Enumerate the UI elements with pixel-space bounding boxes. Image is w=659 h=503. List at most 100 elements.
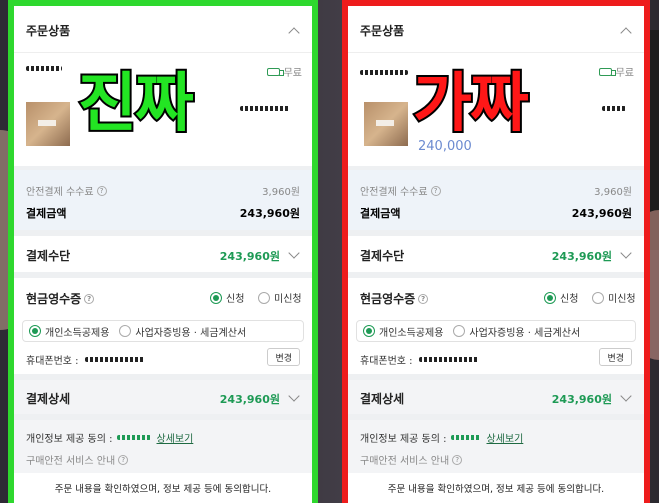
order-title: 주문상품 (26, 24, 71, 38)
not-apply-radio[interactable]: 미신청 (258, 290, 302, 305)
view-detail-link[interactable]: 상세보기 (157, 430, 194, 445)
safe-service-label: 구매안전 서비스 안내 (26, 456, 116, 467)
payment-method-row[interactable]: 결제수단 243,960원 (348, 236, 644, 272)
caption-real: 진짜 (76, 67, 196, 141)
cash-receipt-row: 현금영수증 ? (26, 290, 95, 307)
privacy-label: 개인정보 제공 동의 : (360, 434, 447, 445)
seller-name (360, 70, 408, 75)
payment-detail-amount: 243,960원 (219, 393, 280, 406)
phone-number-masked (418, 357, 479, 362)
privacy-row: 개인정보 제공 동의 : 상세보기 (360, 430, 523, 445)
question-icon[interactable]: ? (84, 293, 95, 304)
product-thumbnail[interactable] (26, 102, 70, 146)
cash-receipt-section: 현금영수증 ? 신청 미신청 개인소득공제용 사업자증빙용 · 세금계산서 휴대… (348, 278, 644, 374)
fee-value: 3,960원 (262, 187, 300, 198)
payment-method-row[interactable]: 결제수단 243,960원 (14, 236, 312, 272)
cash-receipt-row: 현금영수증 ? (360, 290, 429, 307)
payment-detail-amount: 243,960원 (551, 393, 612, 406)
not-apply-radio[interactable]: 미신청 (592, 290, 636, 305)
radio-icon[interactable] (453, 325, 466, 337)
chevron-down-icon[interactable] (620, 247, 632, 259)
product-name (602, 106, 626, 111)
fee-label: 안전결제 수수료 (26, 187, 94, 198)
total-label: 결제금액 (26, 207, 67, 220)
not-apply-label: 미신청 (608, 294, 636, 305)
phone-label: 휴대폰번호 : (26, 356, 79, 367)
question-icon[interactable]: ? (96, 185, 107, 196)
radio-icon[interactable] (592, 291, 604, 304)
fee-label: 안전결제 수수료 (360, 187, 428, 198)
radio-selected-icon[interactable] (29, 325, 41, 337)
radio-selected-icon[interactable] (363, 325, 375, 337)
confirm-agreement-text: 주문 내용을 확인하였으며, 정보 제공 등에 동의합니다. (348, 473, 644, 503)
truck-icon (598, 67, 616, 76)
receipt-type-options: 개인소득공제용 사업자증빙용 · 세금계산서 (356, 320, 636, 342)
apply-radio[interactable]: 신청 (210, 290, 244, 305)
shipping-label: 무료 (615, 68, 634, 79)
question-icon[interactable]: ? (118, 454, 129, 465)
radio-selected-icon[interactable] (544, 291, 556, 304)
payment-method-amount: 243,960원 (219, 250, 280, 263)
question-icon[interactable]: ? (418, 293, 429, 304)
payment-summary: 안전결제 수수료 ? 3,960원 결제금액 243,960원 (14, 170, 312, 230)
phone-label: 휴대폰번호 : (360, 356, 413, 367)
question-icon[interactable]: ? (430, 185, 441, 196)
apply-radio[interactable]: 신청 (544, 290, 578, 305)
change-phone-button[interactable]: 변경 (267, 348, 300, 366)
payment-detail-row[interactable]: 결제상세 243,960원 (348, 380, 644, 414)
shipping-label: 무료 (283, 68, 302, 79)
phone-row: 휴대폰번호 : (360, 352, 479, 367)
apply-label: 신청 (226, 294, 245, 305)
receipt-type-options: 개인소득공제용 사업자증빙용 · 세금계산서 (22, 320, 304, 342)
fee-row: 안전결제 수수료 ? (360, 183, 441, 198)
question-icon[interactable]: ? (452, 454, 463, 465)
phone-row: 휴대폰번호 : (26, 352, 145, 367)
shipping-info: 무료 (598, 64, 634, 79)
phone-number-masked (84, 357, 145, 362)
apply-label: 신청 (560, 294, 579, 305)
view-detail-link[interactable]: 상세보기 (487, 430, 524, 445)
divider (14, 52, 312, 53)
option-business[interactable]: 사업자증빙용 · 세금계산서 (469, 324, 580, 339)
product-thumbnail[interactable] (364, 102, 408, 146)
truck-icon (266, 67, 284, 76)
payment-detail-row[interactable]: 결제상세 243,960원 (14, 380, 312, 414)
privacy-target-masked (116, 435, 151, 440)
seller-name (26, 66, 62, 71)
privacy-target-masked (450, 435, 481, 440)
payment-method-label: 결제수단 (26, 249, 71, 263)
total-value: 243,960원 (239, 207, 300, 220)
shipping-info: 무료 (266, 64, 302, 79)
privacy-section: 개인정보 제공 동의 : 상세보기 구매안전 서비스 안내 ? (14, 420, 312, 476)
payment-detail-label: 결제상세 (26, 392, 71, 406)
cash-receipt-label: 현금영수증 (360, 292, 416, 306)
cash-receipt-label: 현금영수증 (26, 292, 82, 306)
chevron-up-icon[interactable] (288, 27, 300, 39)
safe-service-label: 구매안전 서비스 안내 (360, 456, 450, 467)
payment-summary: 안전결제 수수료 ? 3,960원 결제금액 243,960원 (348, 170, 644, 230)
chevron-down-icon[interactable] (288, 247, 300, 259)
option-business[interactable]: 사업자증빙용 · 세금계산서 (135, 324, 246, 339)
safe-service-row[interactable]: 구매안전 서비스 안내 ? (360, 452, 463, 467)
chevron-up-icon[interactable] (620, 27, 632, 39)
change-phone-button[interactable]: 변경 (599, 348, 632, 366)
order-title: 주문상품 (360, 24, 405, 38)
divider (348, 52, 644, 53)
payment-detail-label: 결제상세 (360, 392, 405, 406)
option-personal[interactable]: 개인소득공제용 (45, 324, 109, 339)
radio-icon[interactable] (258, 291, 270, 304)
radio-selected-icon[interactable] (210, 291, 222, 304)
radio-icon[interactable] (119, 325, 132, 337)
product-price-partial: 240,000 (418, 139, 472, 154)
cash-receipt-section: 현금영수증 ? 신청 미신청 개인소득공제용 사업자증빙용 · 세금계산서 휴대… (14, 278, 312, 374)
safe-service-row[interactable]: 구매안전 서비스 안내 ? (26, 452, 129, 467)
fee-row: 안전결제 수수료 ? (26, 183, 107, 198)
payment-method-label: 결제수단 (360, 249, 405, 263)
not-apply-label: 미신청 (274, 294, 302, 305)
payment-method-amount: 243,960원 (551, 250, 612, 263)
product-name (240, 106, 290, 111)
chevron-down-icon[interactable] (288, 390, 300, 402)
option-personal[interactable]: 개인소득공제용 (379, 324, 443, 339)
chevron-down-icon[interactable] (620, 390, 632, 402)
privacy-row: 개인정보 제공 동의 : 상세보기 (26, 430, 193, 445)
